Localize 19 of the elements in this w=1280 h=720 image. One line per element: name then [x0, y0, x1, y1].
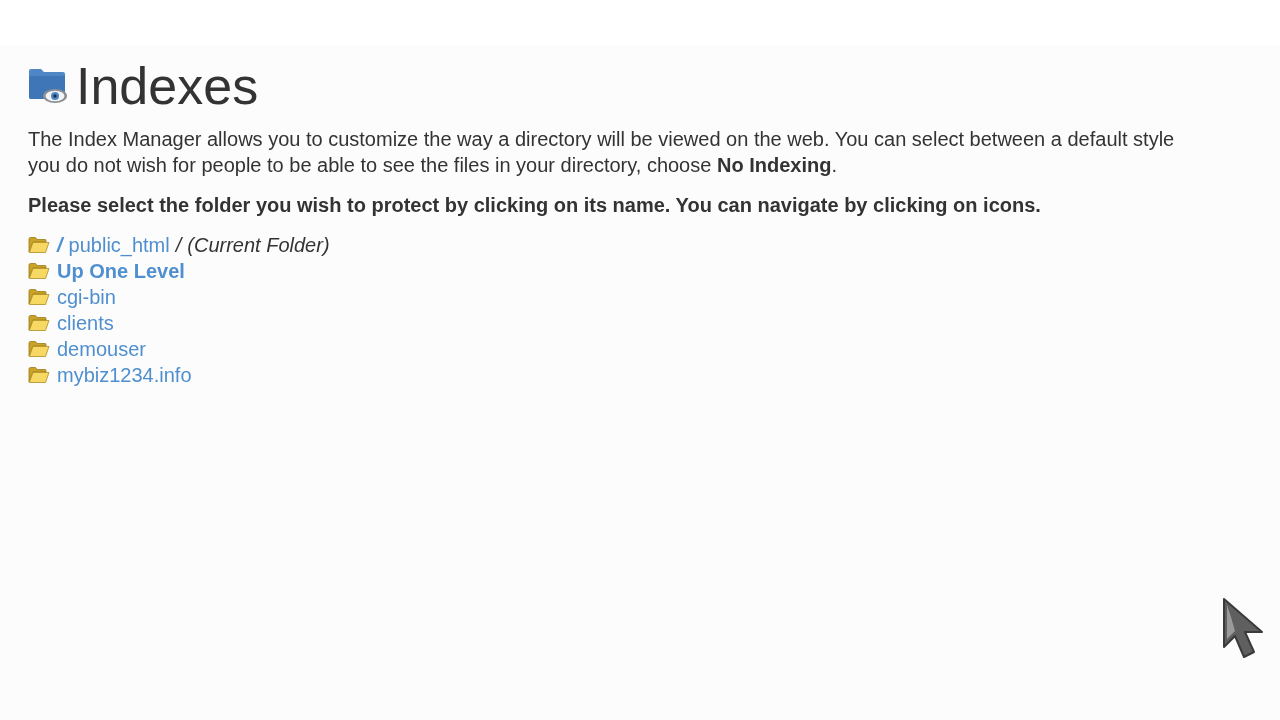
current-folder-note: (Current Folder) — [187, 233, 330, 258]
folder-eye-icon — [28, 67, 68, 105]
folder-link[interactable]: clients — [57, 310, 114, 336]
folder-link[interactable]: public_html — [68, 232, 170, 258]
folder-icon[interactable] — [28, 236, 50, 254]
folder-link[interactable]: mybiz1234.info — [57, 362, 192, 388]
page-title: Indexes — [76, 60, 259, 112]
description-text: The Index Manager allows you to customize the way a directory will be viewed on the web. You can select between a default style you do not wish for people to be able to see the files in your directory, choose No Indexing. — [28, 127, 1175, 178]
folder-icon[interactable] — [28, 366, 50, 384]
folder-icon[interactable] — [28, 288, 50, 306]
path-separator: / — [175, 233, 182, 258]
folder-link[interactable]: cgi-bin — [57, 284, 116, 310]
folder-icon[interactable] — [28, 314, 50, 332]
folder-icon[interactable] — [28, 262, 50, 280]
up-one-level-link[interactable]: Up One Level — [57, 258, 185, 284]
folder-icon[interactable] — [28, 340, 50, 358]
instruction-text: Please select the folder you wish to protect by clicking on its name. You can navigate by clicking on icons. — [28, 193, 1041, 218]
root-link[interactable]: / — [57, 232, 63, 258]
folder-link[interactable]: demouser — [57, 336, 146, 362]
